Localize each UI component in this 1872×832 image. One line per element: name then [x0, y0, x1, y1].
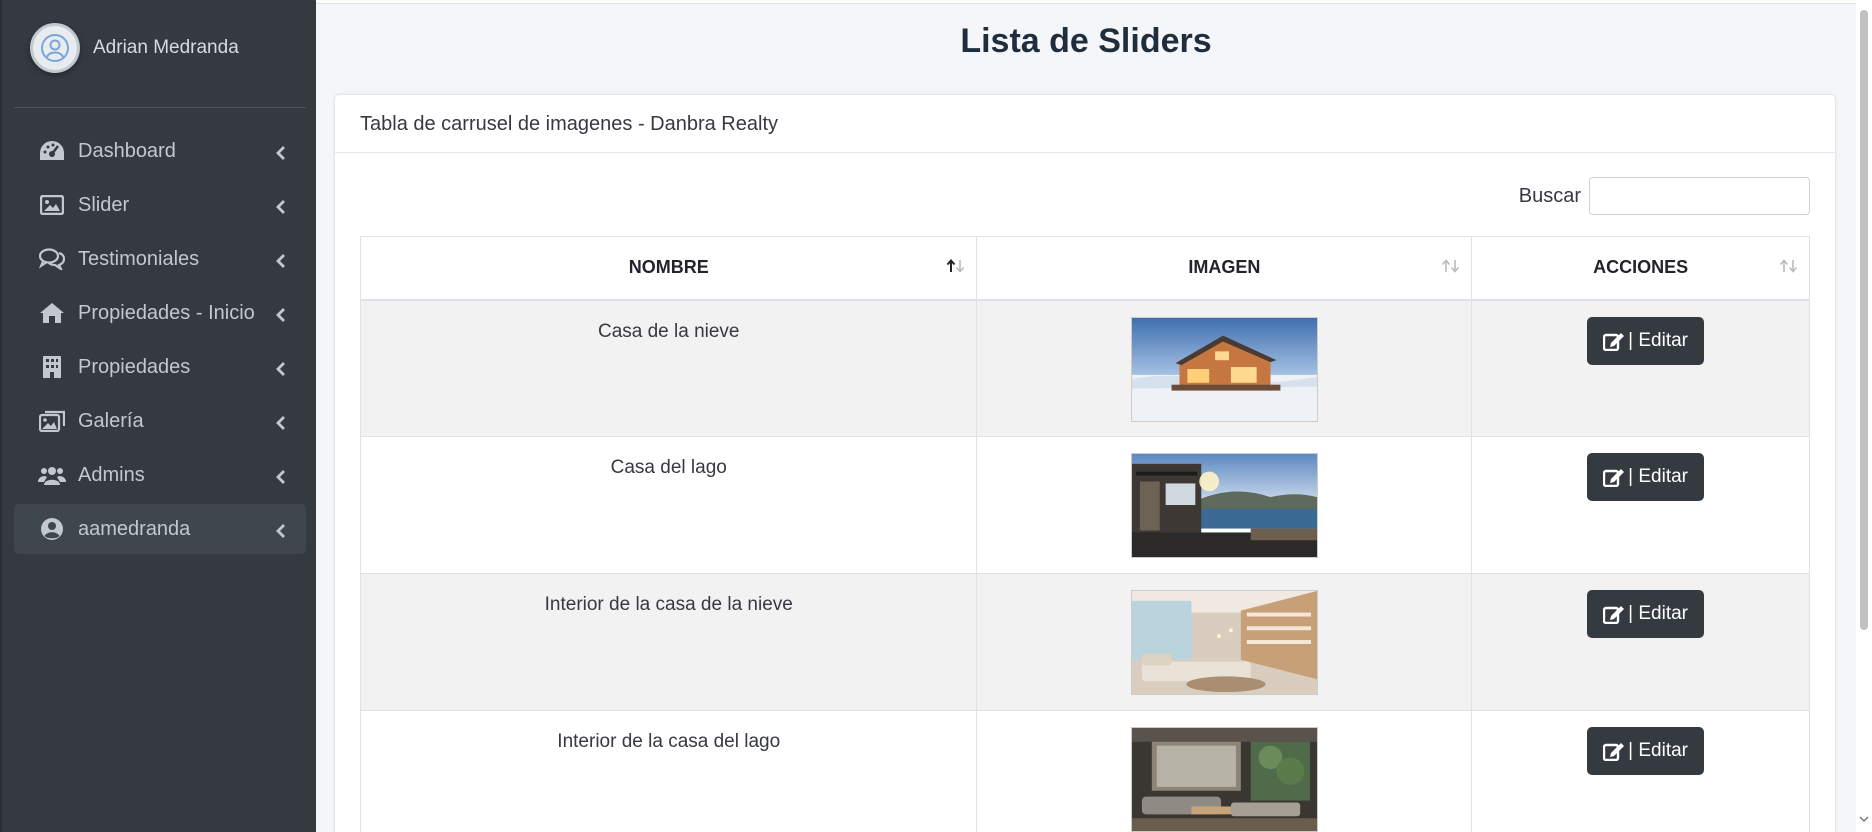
column-header-label: ACCIONES: [1593, 257, 1689, 278]
sidebar-item-testimoniales[interactable]: Testimoniales: [14, 234, 306, 284]
edit-icon: [1603, 331, 1625, 351]
chevron-left-icon: [276, 143, 286, 166]
column-header-imagen[interactable]: IMAGEN: [976, 236, 1473, 301]
search-row: Buscar: [1519, 177, 1810, 215]
edit-button[interactable]: | Editar: [1587, 316, 1705, 365]
table-header-row: NOMBRE IMAGEN ACCIONES: [359, 236, 1810, 301]
table-row: Casa del lago | Editar: [359, 436, 1810, 574]
edit-button-label: | Editar: [1628, 603, 1689, 624]
cell-nombre: Casa de la nieve: [359, 299, 978, 437]
images-icon: [38, 407, 66, 435]
scrollbar-thumb[interactable]: [1860, 10, 1868, 630]
sidebar-item-galeria[interactable]: Galería: [14, 396, 306, 446]
cell-acciones: | Editar: [1471, 573, 1810, 711]
column-header-nombre[interactable]: NOMBRE: [359, 236, 978, 301]
edit-button-label: | Editar: [1628, 740, 1689, 761]
sidebar-nav: Dashboard Slider Testimoniales Propiedad…: [2, 126, 316, 554]
table-row: Casa de la nieve | Editar: [359, 299, 1810, 437]
user-name[interactable]: Adrian Medranda: [93, 37, 239, 59]
page-title: Lista de Sliders: [960, 22, 1212, 60]
edit-icon: [1603, 741, 1625, 761]
sidebar-item-propiedades-inicio[interactable]: Propiedades - Inicio: [14, 288, 306, 338]
search-label: Buscar: [1518, 184, 1581, 207]
edit-button[interactable]: | Editar: [1587, 590, 1705, 638]
sliders-card: Tabla de carrusel de imagenes - Danbra R…: [334, 94, 1836, 832]
column-header-label: NOMBRE: [628, 257, 709, 278]
tachometer-icon: [38, 137, 66, 165]
edit-button[interactable]: | Editar: [1587, 727, 1705, 775]
chevron-left-icon: [276, 521, 286, 544]
card-header: Tabla de carrusel de imagenes - Danbra R…: [335, 95, 1835, 153]
sidebar-item-slider[interactable]: Slider: [14, 180, 306, 230]
cell-nombre: Interior de la casa del lago: [359, 710, 978, 832]
chevron-left-icon: [276, 251, 286, 274]
sliders-table: NOMBRE IMAGEN ACCIONES Casa de la nieve …: [359, 236, 1810, 832]
sidebar-item-admins[interactable]: Admins: [14, 450, 306, 500]
sidebar: Adrian Medranda Dashboard Slider Testimo…: [0, 0, 316, 832]
cell-acciones: | Editar: [1471, 436, 1810, 574]
edit-button[interactable]: | Editar: [1587, 453, 1705, 501]
users-icon: [38, 461, 66, 489]
chevron-left-icon: [276, 305, 286, 328]
top-navbar: [316, 0, 1856, 4]
cell-imagen: [976, 436, 1473, 574]
cell-nombre: Interior de la casa de la nieve: [359, 573, 978, 711]
scroll-down-arrow-icon[interactable]: [1859, 810, 1869, 828]
user-circle-icon: [38, 515, 66, 543]
sidebar-item-label: Slider: [78, 193, 130, 216]
edit-button-label: | Editar: [1628, 466, 1689, 487]
image-icon: [38, 191, 66, 219]
cell-acciones: | Editar: [1471, 710, 1810, 832]
cell-imagen: [976, 710, 1473, 832]
sort-icon[interactable]: [1779, 257, 1799, 278]
sidebar-item-label: Galería: [78, 409, 144, 432]
sidebar-item-aamedranda[interactable]: aamedranda: [14, 504, 306, 554]
comments-icon: [38, 245, 66, 273]
sidebar-item-label: Testimoniales: [78, 247, 200, 270]
edit-button-label: | Editar: [1628, 329, 1689, 351]
chevron-left-icon: [276, 359, 286, 382]
main-content: Lista de Sliders Tabla de carrusel de im…: [316, 0, 1872, 832]
search-input[interactable]: [1589, 177, 1810, 215]
sidebar-item-propiedades[interactable]: Propiedades: [14, 342, 306, 392]
snow-house-interior-thumbnail: [1130, 590, 1318, 695]
table-row: Interior de la casa del lago | Editar: [359, 710, 1810, 832]
sidebar-item-label: Propiedades - Inicio: [78, 301, 255, 324]
chevron-left-icon: [276, 413, 286, 436]
column-header-acciones[interactable]: ACCIONES: [1471, 236, 1810, 301]
home-icon: [38, 299, 66, 327]
sidebar-item-label: Admins: [78, 463, 145, 486]
cell-imagen: [976, 573, 1473, 711]
cell-nombre: Casa del lago: [359, 436, 978, 574]
sort-icon[interactable]: [1441, 257, 1461, 278]
building-icon: [38, 353, 66, 381]
chevron-left-icon: [276, 467, 286, 490]
user-panel[interactable]: Adrian Medranda: [14, 0, 306, 108]
lake-house-thumbnail: [1130, 453, 1318, 558]
snow-house-thumbnail: [1130, 316, 1318, 422]
sidebar-item-label: aamedranda: [78, 517, 191, 540]
sidebar-item-dashboard[interactable]: Dashboard: [14, 126, 306, 176]
table-row: Interior de la casa de la nieve | Editar: [359, 573, 1810, 711]
column-header-label: IMAGEN: [1188, 257, 1261, 278]
sidebar-item-label: Propiedades: [78, 355, 191, 378]
lake-house-interior-thumbnail: [1130, 727, 1318, 832]
cell-imagen: [976, 299, 1473, 437]
edit-icon: [1603, 467, 1625, 487]
sort-ascending-icon[interactable]: [946, 257, 966, 278]
user-avatar-icon[interactable]: [30, 22, 80, 73]
page-scrollbar[interactable]: [1856, 0, 1872, 832]
edit-icon: [1603, 604, 1625, 624]
chevron-left-icon: [276, 197, 286, 220]
sidebar-item-label: Dashboard: [78, 139, 176, 162]
cell-acciones: | Editar: [1471, 299, 1810, 437]
